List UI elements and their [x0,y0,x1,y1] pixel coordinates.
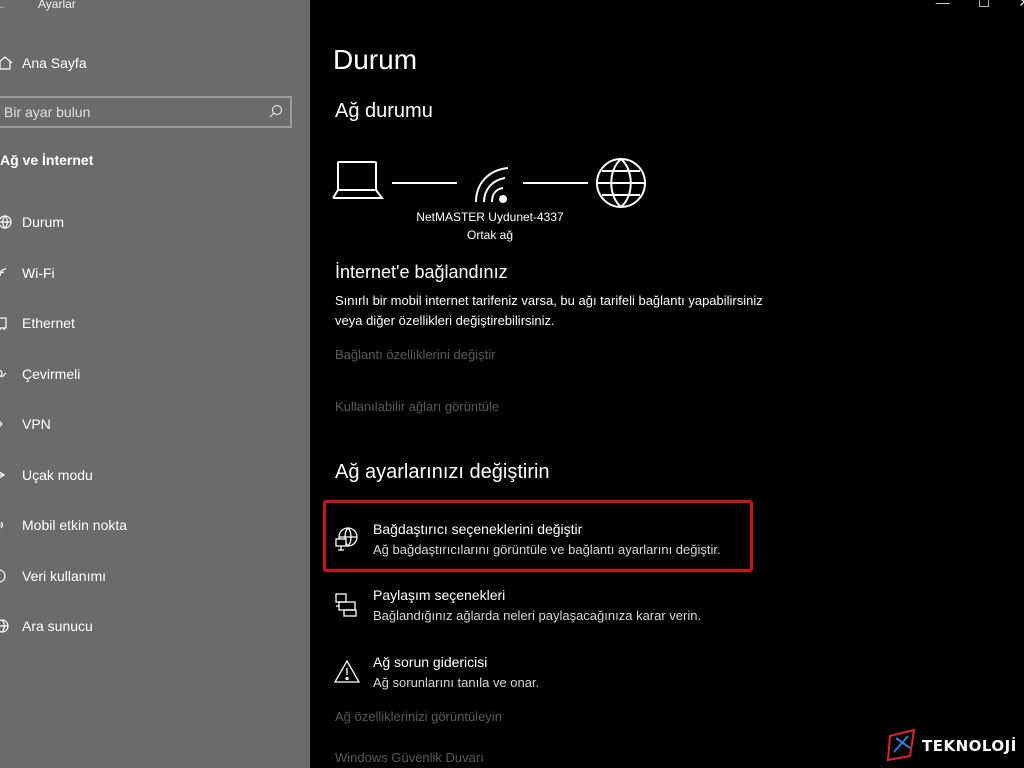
close-button[interactable]: ✕ [1018,0,1024,11]
option-description: Bağlandığınız ağlarda neleri paylaşacağı… [373,608,702,623]
sidebar-item-proxy[interactable]: Ara sunucu [0,609,310,643]
vpn-icon [0,415,18,433]
sidebar-item-label: Ara sunucu [22,618,93,634]
view-network-properties-link[interactable]: Ağ özelliklerinizi görüntüleyin [335,709,502,724]
laptop-icon [332,161,384,199]
windows-firewall-link[interactable]: Windows Güvenlik Duvarı [335,750,484,765]
sidebar-item-data-usage[interactable]: Veri kullanımı [0,559,310,593]
airplane-icon [0,466,18,484]
home-icon [0,54,18,72]
watermark-logo-icon [886,728,916,762]
sidebar-item-status[interactable]: Durum [0,205,310,239]
option-title: Paylaşım seçenekleri [373,587,506,603]
page-title: Durum [333,44,418,75]
option-description: Ağ sorunlarını tanıla ve onar. [373,675,540,690]
change-connection-properties-link[interactable]: Bağlantı özelliklerini değiştir [335,347,495,362]
warning-icon [333,658,361,686]
change-settings-heading: Ağ ayarlarınızı değiştirin [335,461,550,483]
sidebar: ← Ayarlar Ana Sayfa Ağ ve İnternet Durum… [0,0,310,768]
sidebar-item-home[interactable]: Ana Sayfa [0,46,310,80]
sidebar-item-label: Mobil etkin nokta [22,517,128,533]
network-diagram [332,158,646,209]
sidebar-item-label: VPN [22,416,51,432]
section-title: Ağ ve İnternet [0,152,94,168]
sidebar-item-label: Durum [22,214,65,230]
option-title: Bağdaştırıcı seçeneklerini değiştir [373,521,583,537]
dialup-icon [0,365,18,383]
watermark: TEKNOLOJİ [884,726,1024,766]
sidebar-item-wifi[interactable]: Wi-Fi [0,256,310,290]
option-title: Ağ sorun gidericisi [373,654,488,670]
wifi-signal-icon [475,167,509,203]
view-available-networks-link[interactable]: Kullanılabilir ağları görüntüle [335,399,499,414]
sidebar-item-label: Çevirmeli [22,366,81,382]
minimize-button[interactable]: — [936,0,950,11]
maximize-button[interactable]: ☐ [978,0,991,11]
network-type: Ortak ağ [466,228,514,242]
troubleshooter-button[interactable]: Ağ sorun gidericisi Ağ sorunlarını tanıl… [333,654,753,702]
data-usage-icon [0,567,18,585]
ethernet-icon [0,314,18,332]
adapter-globe-icon [333,525,361,553]
network-status-heading: Ağ durumu [335,100,433,122]
sidebar-item-label: Ana Sayfa [22,55,87,71]
sidebar-item-vpn[interactable]: VPN [0,407,310,441]
wifi-icon [0,264,18,282]
sidebar-item-label: Ethernet [22,315,75,331]
window-controls: — ☐ ✕ [936,0,1024,11]
sharing-options-button[interactable]: Paylaşım seçenekleri Bağlandığınız ağlar… [333,587,753,635]
adapter-options-button[interactable]: Bağdaştırıcı seçeneklerini değiştir Ağ b… [333,521,753,569]
sidebar-item-airplane[interactable]: Uçak modu [0,458,310,492]
search-icon[interactable] [268,104,284,125]
app-title: Ayarlar [38,0,76,11]
connected-description: Sınırlı bir mobil internet tarifeniz var… [335,293,763,328]
globe-icon [0,213,18,231]
network-name: NetMASTER Uydunet-4337 [416,210,564,224]
search-box[interactable] [0,96,292,128]
sidebar-item-hotspot[interactable]: Mobil etkin nokta [0,508,310,542]
sidebar-item-label: Veri kullanımı [22,568,107,584]
sidebar-item-dialup[interactable]: Çevirmeli [0,357,310,391]
sidebar-item-ethernet[interactable]: Ethernet [0,306,310,340]
sidebar-item-label: Uçak modu [22,467,93,483]
connected-heading: İnternet'e bağlandınız [335,262,508,282]
internet-globe-icon [596,158,646,209]
search-input[interactable] [0,104,260,120]
sidebar-item-label: Wi-Fi [22,265,55,281]
watermark-text: TEKNOLOJİ [922,737,1017,755]
main-content: — ☐ ✕ Durum Ağ durumu NetMASTER Uydunet-… [310,0,1024,768]
proxy-globe-icon [0,617,18,635]
hotspot-icon [0,516,18,534]
sharing-printer-icon [333,591,361,619]
back-arrow-icon[interactable]: ← [0,0,6,12]
option-description: Ağ bağdaştırıcılarını görüntüle ve bağla… [373,542,721,557]
